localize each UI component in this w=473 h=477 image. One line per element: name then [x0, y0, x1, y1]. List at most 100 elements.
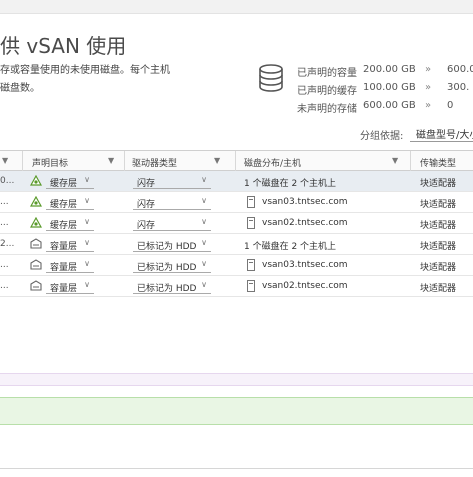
stat-label: 未声明的存储	[297, 104, 357, 115]
chevron-double-right-icon: »	[425, 100, 432, 111]
transport-type-cell: 块适配器	[420, 263, 457, 273]
drive-type-value: 已标记为 HDD	[137, 284, 197, 294]
column-header-claim-target[interactable]: 声明目标	[32, 156, 68, 169]
description-line-2: 磁盘数。	[0, 83, 40, 94]
transport-type-cell: 块适配器	[420, 179, 457, 189]
table-row[interactable]: 0... 缓存层 ∨ 闪存 ∨ 1 个磁盘在 2 个主机上 块适配器	[0, 171, 473, 192]
chevron-down-icon: ∨	[201, 238, 207, 247]
transport-type-cell: 块适配器	[420, 221, 457, 231]
claim-target-value: 缓存层	[50, 200, 78, 210]
filter-icon[interactable]: ▼	[108, 156, 114, 165]
claim-target-dropdown[interactable]: 缓存层 ∨	[46, 195, 94, 210]
drive-type-value: 已标记为 HDD	[137, 263, 197, 273]
row-id-cell: ...	[0, 197, 9, 207]
transport-type-cell: 块适配器	[420, 242, 457, 252]
chevron-down-icon: ∨	[84, 259, 90, 268]
table-row[interactable]: ... 容量层 ∨ 已标记为 HDD ∨ vsan03.tntsec.com 块适配器	[0, 255, 473, 276]
cache-tier-icon	[29, 174, 43, 187]
disk-distribution-cell: vsan03.tntsec.com	[262, 260, 348, 270]
stat-value: 200.00 GB	[363, 64, 416, 75]
chevron-down-icon: ∨	[84, 280, 90, 289]
table-row[interactable]: 2... 容量层 ∨ 已标记为 HDD ∨ 1 个磁盘在 2 个主机上 块适配器	[0, 234, 473, 255]
claim-target-dropdown[interactable]: 缓存层 ∨	[46, 174, 94, 189]
column-divider	[410, 151, 411, 171]
drive-type-dropdown[interactable]: 闪存 ∨	[133, 174, 211, 189]
capacity-tier-icon	[30, 238, 42, 250]
stat-label: 已声明的容量	[297, 68, 357, 79]
chevron-down-icon: ∨	[201, 196, 207, 205]
table-header: ▼ 声明目标 ▼ 驱动器类型 ▼ 磁盘分布/主机 ▼ 传输类型	[0, 151, 473, 171]
group-by-label: 分组依据:	[360, 131, 404, 142]
claim-target-dropdown[interactable]: 容量层 ∨	[46, 258, 94, 273]
claim-target-dropdown[interactable]: 容量层 ∨	[46, 279, 94, 294]
disk-distribution-cell: vsan03.tntsec.com	[262, 197, 348, 207]
filter-icon[interactable]: ▼	[392, 156, 398, 165]
claim-target-dropdown[interactable]: 缓存层 ∨	[46, 216, 94, 231]
drive-type-dropdown[interactable]: 闪存 ∨	[133, 216, 211, 231]
claim-target-value: 缓存层	[50, 221, 78, 231]
chevron-down-icon: ∨	[84, 196, 90, 205]
disk-distribution-cell: vsan02.tntsec.com	[262, 281, 348, 291]
column-divider	[22, 151, 23, 171]
row-id-cell: 0...	[0, 176, 14, 186]
drive-type-dropdown[interactable]: 闪存 ∨	[133, 195, 211, 210]
info-band	[0, 373, 473, 386]
transport-type-cell: 块适配器	[420, 284, 457, 294]
cache-tier-icon	[29, 195, 43, 208]
chevron-double-right-icon: »	[425, 82, 432, 93]
chevron-down-icon: ∨	[201, 280, 207, 289]
table-row[interactable]: ... 缓存层 ∨ 闪存 ∨ vsan02.tntsec.com 块适配器	[0, 213, 473, 234]
cache-tier-icon	[29, 216, 43, 229]
window-top-bar	[0, 0, 473, 14]
column-header-disk-distribution[interactable]: 磁盘分布/主机	[244, 156, 301, 169]
drive-type-value: 闪存	[137, 179, 156, 189]
database-icon	[259, 64, 283, 92]
host-icon	[247, 280, 255, 292]
drive-type-dropdown[interactable]: 已标记为 HDD ∨	[133, 258, 211, 273]
column-header-transport-type[interactable]: 传输类型	[420, 156, 456, 169]
row-id-cell: 2...	[0, 239, 14, 249]
group-by-select[interactable]: 磁盘型号/大小	[410, 122, 473, 142]
claim-target-dropdown[interactable]: 容量层 ∨	[46, 237, 94, 252]
capacity-tier-icon	[30, 259, 42, 271]
row-id-cell: ...	[0, 281, 9, 291]
page-title: 供 vSAN 使用	[0, 34, 127, 58]
footer-divider	[0, 468, 473, 469]
drive-type-value: 闪存	[137, 221, 156, 231]
page-description: 存或容量使用的未使用磁盘。每个主机 磁盘数。	[0, 62, 170, 98]
table-row[interactable]: ... 缓存层 ∨ 闪存 ∨ vsan03.tntsec.com 块适配器	[0, 192, 473, 213]
disk-distribution-cell: 1 个磁盘在 2 个主机上	[244, 242, 337, 252]
chevron-down-icon: ∨	[84, 217, 90, 226]
column-header-drive-type[interactable]: 驱动器类型	[132, 156, 177, 169]
disk-distribution-cell: 1 个磁盘在 2 个主机上	[244, 179, 337, 189]
disk-distribution-cell: vsan02.tntsec.com	[262, 218, 348, 228]
drive-type-dropdown[interactable]: 已标记为 HDD ∨	[133, 279, 211, 294]
chevron-down-icon: ∨	[201, 175, 207, 184]
filter-icon[interactable]: ▼	[214, 156, 220, 165]
capacity-tier-icon	[30, 280, 42, 292]
row-id-cell: ...	[0, 260, 9, 270]
claim-target-value: 容量层	[50, 242, 78, 252]
column-divider	[124, 151, 125, 171]
column-divider	[235, 151, 236, 171]
table-row[interactable]: ... 容量层 ∨ 已标记为 HDD ∨ vsan02.tntsec.com 块适配器	[0, 276, 473, 297]
host-icon	[247, 217, 255, 229]
filter-icon[interactable]: ▼	[2, 156, 8, 165]
row-id-cell: ...	[0, 218, 9, 228]
host-icon	[247, 259, 255, 271]
drive-type-value: 闪存	[137, 200, 156, 210]
disk-claim-table: ▼ 声明目标 ▼ 驱动器类型 ▼ 磁盘分布/主机 ▼ 传输类型 0... 缓存层 ∨…	[0, 150, 473, 400]
chevron-double-right-icon: »	[425, 64, 432, 75]
stat-label: 已声明的缓存	[297, 86, 357, 97]
stat-value: 600.00 GB	[363, 100, 416, 111]
stat-compare-value: 300.	[447, 82, 470, 93]
chevron-down-icon: ∨	[201, 259, 207, 268]
stat-compare-value: 600.0	[447, 64, 473, 75]
chevron-down-icon: ∨	[201, 217, 207, 226]
claim-target-value: 容量层	[50, 263, 78, 273]
stat-value: 100.00 GB	[363, 82, 416, 93]
description-line-1: 存或容量使用的未使用磁盘。每个主机	[0, 65, 170, 76]
claim-target-value: 容量层	[50, 284, 78, 294]
drive-type-value: 已标记为 HDD	[137, 242, 197, 252]
drive-type-dropdown[interactable]: 已标记为 HDD ∨	[133, 237, 211, 252]
